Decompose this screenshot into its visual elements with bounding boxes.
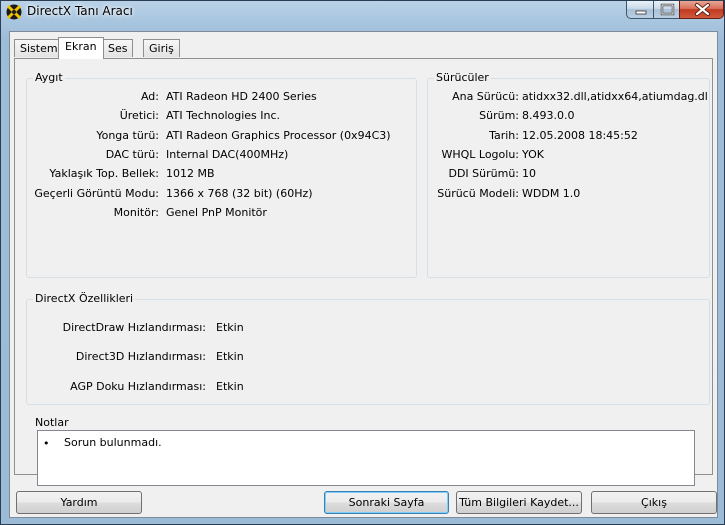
device-name-value: ATI Radeon HD 2400 Series <box>166 90 317 103</box>
ddi-version-value: 10 <box>522 167 536 180</box>
agp-label: AGP Doku Hızlandırması: <box>70 380 206 393</box>
driver-date-label: Tarih: <box>489 129 519 142</box>
whql-label: WHQL Logolu: <box>441 148 519 161</box>
tab-ses[interactable]: Ses <box>102 39 134 57</box>
directx-features-group: DirectX Özellikleri DirectDraw Hızlandır… <box>26 292 710 405</box>
tab-sistem[interactable]: Sistem <box>14 39 64 57</box>
manufacturer-value: ATI Technologies Inc. <box>166 109 281 122</box>
direct3d-label: Direct3D Hızlandırması: <box>75 350 206 363</box>
notes-group-title: Notlar <box>33 416 71 429</box>
monitor-value: Genel PnP Monitör <box>166 206 267 219</box>
chip-type-label: Yonga türü: <box>96 129 159 142</box>
device-name-label: Ad: <box>140 90 159 103</box>
directdraw-value: Etkin <box>216 321 244 334</box>
dac-type-value: Internal DAC(400MHz) <box>166 148 289 161</box>
device-group: Aygıt Ad: ATI Radeon HD 2400 Series Üret… <box>26 71 417 278</box>
minimize-button[interactable] <box>626 1 654 19</box>
features-group-title: DirectX Özellikleri <box>33 292 136 305</box>
agp-value: Etkin <box>216 380 244 393</box>
close-icon <box>695 3 710 16</box>
driver-model-value: WDDM 1.0 <box>522 187 581 200</box>
drivers-group: Sürücüler Ana Sürücü: atidxx32.dll,atidx… <box>427 71 710 278</box>
main-driver-value: atidxx32.dll,atidxx64,atiumdag.dll,at <box>522 90 708 103</box>
maximize-icon <box>660 3 675 16</box>
tab-panel-ekran: Aygıt Ad: ATI Radeon HD 2400 Series Üret… <box>14 58 713 486</box>
close-button[interactable] <box>679 1 724 19</box>
tab-ekran[interactable]: Ekran <box>58 37 104 59</box>
ddi-version-label: DDI Sürümü: <box>448 167 519 180</box>
memory-label: Yaklaşık Top. Bellek: <box>49 167 159 180</box>
client-area: Sistem Ekran Ses Giriş Aygıt Ad: ATI Rad… <box>9 31 718 518</box>
main-driver-label: Ana Sürücü: <box>452 90 519 103</box>
help-button[interactable]: Yardım <box>16 491 142 514</box>
driver-version-label: Sürüm: <box>479 109 519 122</box>
next-page-button[interactable]: Sonraki Sayfa <box>324 491 449 514</box>
display-mode-value: 1366 x 768 (32 bit) (60Hz) <box>166 187 313 200</box>
directdraw-label: DirectDraw Hızlandırması: <box>62 321 206 334</box>
window-title: DirectX Tanı Aracı <box>27 4 133 18</box>
manufacturer-label: Üretici: <box>119 109 159 122</box>
device-group-title: Aygıt <box>33 71 65 84</box>
drivers-group-title: Sürücüler <box>434 71 491 84</box>
direct3d-value: Etkin <box>216 350 244 363</box>
tab-giris[interactable]: Giriş <box>143 39 180 57</box>
note-item: Sorun bulunmadı. <box>64 436 162 449</box>
minimize-icon <box>635 10 647 15</box>
chip-type-value: ATI Radeon Graphics Processor (0x94C3) <box>166 129 391 142</box>
memory-value: 1012 MB <box>166 167 215 180</box>
driver-date-value: 12.05.2008 18:45:52 <box>522 129 638 142</box>
directx-icon[interactable] <box>6 4 22 20</box>
maximize-button[interactable] <box>653 1 680 19</box>
dxdiag-window: DirectX Tanı Aracı Sistem Ekran Ses Giri… <box>0 0 725 525</box>
notes-box[interactable]: • Sorun bulunmadı. <box>37 430 695 486</box>
whql-value: YOK <box>522 148 544 161</box>
driver-version-value: 8.493.0.0 <box>522 109 575 122</box>
display-mode-label: Geçerli Görüntü Modu: <box>34 187 159 200</box>
driver-model-label: Sürücü Modeli: <box>437 187 519 200</box>
notes-group: Notlar • Sorun bulunmadı. <box>29 416 710 486</box>
bullet-icon: • <box>43 437 50 450</box>
title-bar[interactable]: DirectX Tanı Aracı <box>1 1 724 23</box>
dac-type-label: DAC türü: <box>105 148 159 161</box>
save-all-info-button[interactable]: Tüm Bilgileri Kaydet... <box>456 491 582 514</box>
monitor-label: Monitör: <box>113 206 159 219</box>
exit-button[interactable]: Çıkış <box>591 491 717 514</box>
